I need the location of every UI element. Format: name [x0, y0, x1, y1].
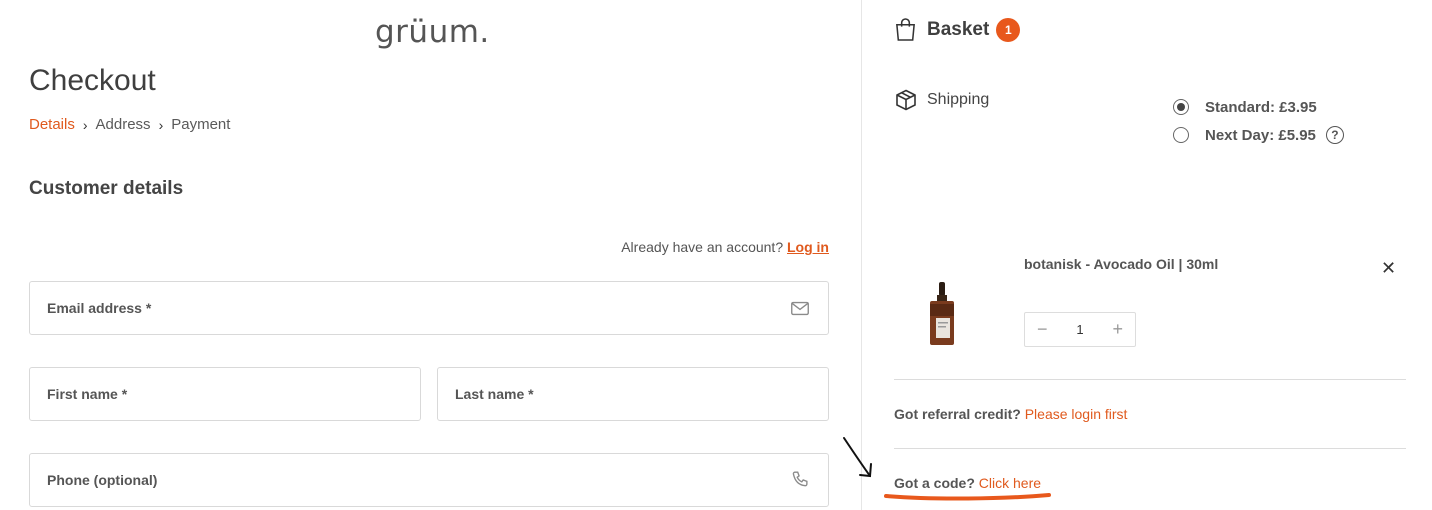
plus-icon[interactable]: + — [1112, 319, 1123, 340]
account-prompt-text: Already have an account? — [621, 239, 784, 255]
shipping-option-next-day-label: Next Day: £5.95 — [1205, 126, 1316, 144]
referral-credit: Got referral credit? Please login first — [894, 406, 1127, 422]
checkout-form-panel: grüum. Checkout Details › Address › Paym… — [0, 0, 861, 510]
breadcrumb-details[interactable]: Details — [29, 116, 75, 133]
close-icon[interactable]: ✕ — [1381, 258, 1396, 279]
basket-title: Basket — [927, 18, 990, 40]
brand-logo[interactable]: grüum. — [375, 14, 490, 50]
basket-count-badge: 1 — [996, 17, 1021, 42]
chevron-right-icon: › — [82, 116, 88, 133]
annotation-arrow-icon — [843, 437, 872, 478]
shipping-option-next-day[interactable]: Next Day: £5.95 ? — [1173, 121, 1344, 149]
quantity-stepper: − 1 + — [1024, 312, 1136, 347]
login-first-link[interactable]: Please login first — [1025, 406, 1128, 422]
help-circle-icon[interactable]: ? — [1325, 126, 1344, 144]
basket-header: Basket 1 — [894, 17, 1021, 42]
breadcrumb: Details › Address › Payment — [29, 116, 230, 133]
login-link[interactable]: Log in — [787, 239, 829, 255]
minus-icon[interactable]: − — [1037, 319, 1048, 340]
last-name-field[interactable]: Last name * — [437, 367, 829, 421]
basket-panel: Basket 1 Shipping Standard: £3.95 Next D… — [862, 0, 1432, 510]
breadcrumb-payment[interactable]: Payment — [171, 116, 230, 133]
page-title: Checkout — [29, 64, 156, 97]
first-name-field-label: First name * — [47, 386, 128, 402]
radio-selected[interactable] — [1173, 99, 1189, 115]
radio-unselected[interactable] — [1173, 127, 1189, 143]
phone-icon — [792, 471, 808, 487]
chevron-right-icon: › — [158, 116, 164, 133]
phone-field[interactable]: Phone (optional) — [29, 453, 829, 507]
shipping-label: Shipping — [927, 91, 990, 108]
breadcrumb-address[interactable]: Address — [96, 116, 151, 133]
divider — [894, 448, 1406, 449]
referral-question: Got referral credit? — [894, 406, 1021, 422]
last-name-field-label: Last name * — [455, 386, 534, 402]
account-prompt: Already have an account? Log in — [621, 239, 829, 255]
package-icon — [896, 89, 916, 111]
phone-field-label: Phone (optional) — [47, 472, 158, 488]
first-name-field[interactable]: First name * — [29, 367, 421, 421]
shipping-option-standard[interactable]: Standard: £3.95 — [1173, 93, 1344, 121]
quantity-value[interactable]: 1 — [1076, 322, 1083, 337]
shipping-option-standard-label: Standard: £3.95 — [1205, 98, 1317, 116]
shopping-bag-icon — [896, 18, 915, 41]
shipping-section: Shipping — [894, 88, 989, 112]
annotation-underline — [884, 493, 1051, 501]
product-name[interactable]: botanisk - Avocado Oil | 30ml — [1024, 256, 1218, 272]
email-field-label: Email address * — [47, 300, 152, 316]
envelope-icon — [791, 301, 809, 316]
email-field[interactable]: Email address * — [29, 281, 829, 335]
divider — [894, 379, 1406, 380]
product-image — [930, 282, 954, 345]
customer-details-heading: Customer details — [29, 178, 184, 199]
shipping-options: Standard: £3.95 Next Day: £5.95 ? — [1173, 93, 1344, 149]
